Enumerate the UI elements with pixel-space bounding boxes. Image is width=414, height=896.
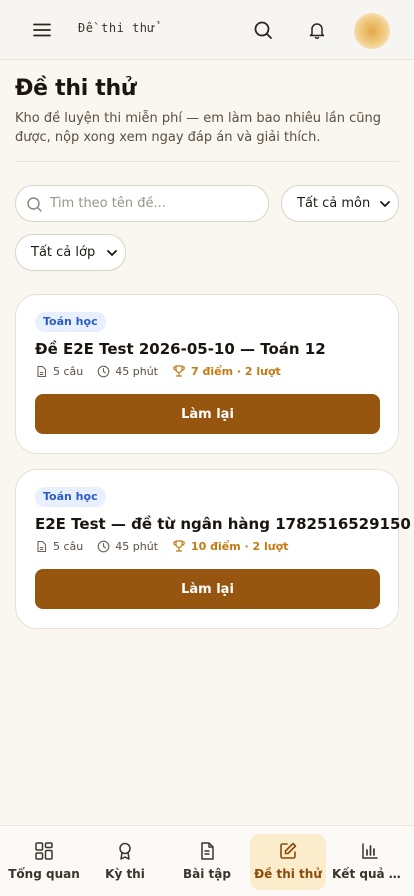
exam-card: Toán học E2E Test — đề từ ngân hàng 1782…	[15, 469, 411, 629]
clock-icon	[97, 365, 110, 377]
trophy-icon	[173, 365, 185, 377]
search-input[interactable]	[50, 186, 260, 221]
subject-badge: Toán học	[35, 487, 106, 507]
nav-item-overview[interactable]: Tổng quan	[6, 834, 82, 890]
search-icon	[27, 197, 42, 212]
nav-item-results[interactable]: Kết quả học tập	[332, 834, 408, 890]
file-icon	[37, 365, 47, 377]
question-count: 5 câu	[53, 539, 84, 553]
duration: 45 phút	[115, 539, 158, 553]
nav-label: Kỳ thi	[105, 867, 145, 881]
clock-icon	[97, 540, 110, 552]
nav-label: Kết quả học tập	[332, 867, 408, 881]
nav-label: Đề thi thử	[254, 867, 322, 881]
question-count: 5 câu	[53, 364, 84, 378]
score-summary: 7 điểm · 2 lượt	[191, 364, 281, 378]
exam-meta: 5 câu 45 phút 10 điểm · 2 lượt	[35, 539, 302, 553]
nav-item-exams[interactable]: Kỳ thi	[87, 834, 163, 890]
grade-select[interactable]: Tất cả lớp	[15, 234, 126, 271]
bottom-nav: Tổng quan Kỳ thi Bài tập Đề thi thử Kết …	[0, 825, 414, 896]
duration: 45 phút	[115, 364, 158, 378]
exam-title: Đề E2E Test 2026-05-10 — Toán 12	[35, 340, 326, 358]
search-field[interactable]	[15, 185, 269, 222]
grid-icon	[35, 842, 53, 860]
grade-select-value: Tất cả lớp	[31, 245, 96, 260]
award-icon	[119, 842, 131, 860]
subject-select-value: Tất cả môn	[297, 196, 371, 211]
nav-label: Bài tập	[183, 867, 231, 881]
top-bar: Đề thi thử	[0, 0, 414, 60]
nav-item-homework[interactable]: Bài tập	[169, 834, 245, 890]
exam-title: E2E Test — đề từ ngân hàng 1782516529150	[35, 515, 411, 533]
subject-select[interactable]: Tất cả môn	[281, 185, 399, 222]
page-title: Đề thi thử	[15, 76, 137, 101]
edit-icon	[280, 842, 297, 859]
search-icon[interactable]	[251, 18, 275, 42]
retake-button[interactable]: Làm lại	[35, 394, 380, 434]
retake-button[interactable]: Làm lại	[35, 569, 380, 609]
nav-item-mock-exams[interactable]: Đề thi thử	[250, 834, 326, 890]
exam-card: Toán học Đề E2E Test 2026-05-10 — Toán 1…	[15, 294, 399, 454]
exam-meta: 5 câu 45 phút 7 điểm · 2 lượt	[35, 364, 295, 378]
subject-badge: Toán học	[35, 312, 106, 332]
chevron-down-icon	[380, 201, 390, 207]
chevron-down-icon	[107, 250, 117, 256]
nav-label: Tổng quan	[8, 867, 80, 881]
file-icon	[37, 540, 47, 552]
page-description: Kho đề luyện thi miễn phí — em làm bao n…	[15, 111, 381, 145]
document-icon	[201, 842, 214, 860]
hamburger-menu-icon[interactable]	[30, 18, 54, 42]
trophy-icon	[173, 540, 185, 552]
bar-chart-icon	[362, 843, 378, 859]
bell-icon[interactable]	[305, 18, 329, 42]
avatar[interactable]	[354, 13, 390, 49]
app-title: Đề thi thử	[78, 21, 156, 35]
score-summary: 10 điểm · 2 lượt	[191, 539, 289, 553]
divider	[15, 161, 399, 162]
